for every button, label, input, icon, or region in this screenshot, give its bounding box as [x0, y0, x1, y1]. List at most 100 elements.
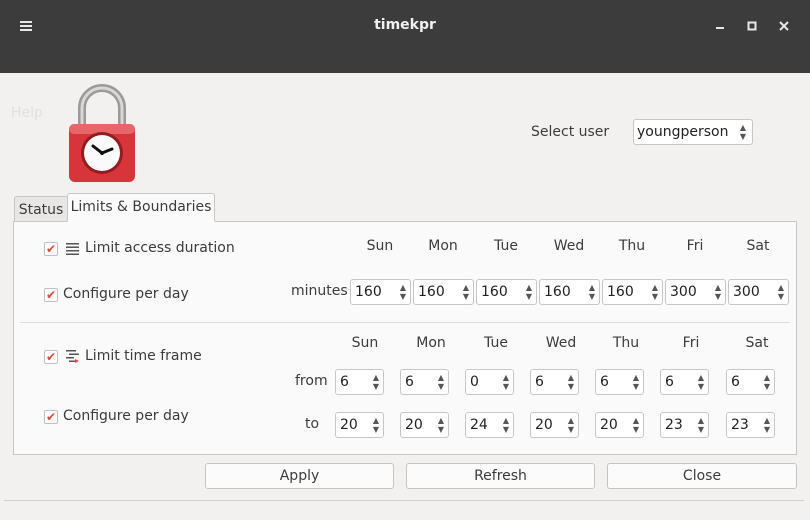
- timeframe-day-sun: Sun: [351, 335, 379, 351]
- spinner-arrows-icon[interactable]: ▲ ▼: [762, 416, 772, 434]
- timeframe-from-spinner[interactable]: 6 ▲ ▼: [660, 369, 709, 395]
- duration-minutes-spinner[interactable]: 160 ▲ ▼: [539, 279, 600, 305]
- spinner-arrows-icon[interactable]: ▲ ▼: [776, 283, 786, 301]
- duration-day-sun: Sun: [366, 238, 394, 254]
- duration-day-fri: Fri: [686, 238, 704, 254]
- section-divider: [20, 322, 790, 323]
- timeframe-day-thu: Thu: [612, 335, 640, 351]
- duration-minutes-value: 160: [355, 284, 382, 300]
- timeframe-to-value: 20: [405, 417, 423, 433]
- timeframe-per-day-checkbox[interactable]: ✔: [44, 410, 58, 424]
- duration-minutes-spinner[interactable]: 160 ▲ ▼: [413, 279, 474, 305]
- spinner-arrows-icon[interactable]: ▲ ▼: [436, 416, 446, 434]
- minutes-label: minutes: [291, 283, 348, 299]
- timeframe-from-value: 6: [665, 374, 674, 390]
- duration-minutes-value: 160: [418, 284, 445, 300]
- timeframe-to-spinner[interactable]: 20 ▲ ▼: [530, 412, 579, 438]
- limit-duration-label: Limit access duration: [85, 240, 235, 256]
- maximize-icon[interactable]: [740, 14, 764, 38]
- combo-arrows-icon: ▲ ▼: [739, 123, 746, 141]
- limit-duration-checkbox[interactable]: ✔: [44, 242, 58, 256]
- minimize-icon[interactable]: [708, 14, 732, 38]
- list-icon: [66, 243, 79, 255]
- timeframe-from-spinner[interactable]: 6 ▲ ▼: [400, 369, 449, 395]
- bottom-divider: [4, 500, 804, 501]
- to-label: to: [305, 416, 320, 432]
- duration-minutes-spinner[interactable]: 160 ▲ ▼: [602, 279, 663, 305]
- spinner-arrows-icon[interactable]: ▲ ▼: [566, 373, 576, 391]
- duration-per-day-checkbox[interactable]: ✔: [44, 288, 58, 302]
- refresh-button[interactable]: Refresh: [406, 463, 595, 489]
- duration-minutes-spinner[interactable]: 160 ▲ ▼: [350, 279, 411, 305]
- timeframe-to-spinner[interactable]: 24 ▲ ▼: [465, 412, 514, 438]
- spinner-arrows-icon[interactable]: ▲ ▼: [371, 416, 381, 434]
- duration-day-mon: Mon: [428, 238, 458, 254]
- tab-limits-boundaries[interactable]: Limits & Boundaries: [67, 193, 215, 222]
- help-menu[interactable]: Help: [11, 105, 43, 121]
- spinner-arrows-icon[interactable]: ▲ ▼: [461, 283, 471, 301]
- spinner-arrows-icon[interactable]: ▲ ▼: [587, 283, 597, 301]
- close-button[interactable]: Close: [607, 463, 797, 489]
- timeframe-from-spinner[interactable]: 6 ▲ ▼: [530, 369, 579, 395]
- duration-minutes-spinner[interactable]: 300 ▲ ▼: [665, 279, 726, 305]
- duration-minutes-value: 300: [670, 284, 697, 300]
- duration-minutes-spinner[interactable]: 300 ▲ ▼: [728, 279, 789, 305]
- spinner-arrows-icon[interactable]: ▲ ▼: [713, 283, 723, 301]
- duration-day-thu: Thu: [618, 238, 646, 254]
- title-bar: timekpr: [0, 0, 810, 52]
- spinner-arrows-icon[interactable]: ▲ ▼: [631, 373, 641, 391]
- duration-day-wed: Wed: [553, 238, 585, 254]
- timeframe-from-spinner[interactable]: 6 ▲ ▼: [726, 369, 775, 395]
- spinner-arrows-icon[interactable]: ▲ ▼: [762, 373, 772, 391]
- timeframe-to-value: 20: [535, 417, 553, 433]
- timeframe-to-spinner[interactable]: 20 ▲ ▼: [400, 412, 449, 438]
- user-select-value: youngperson: [637, 124, 729, 140]
- timeframe-to-spinner[interactable]: 23 ▲ ▼: [726, 412, 775, 438]
- spinner-arrows-icon[interactable]: ▲ ▼: [501, 416, 511, 434]
- duration-day-sat: Sat: [746, 238, 770, 254]
- timeframe-from-spinner[interactable]: 6 ▲ ▼: [335, 369, 384, 395]
- spinner-arrows-icon[interactable]: ▲ ▼: [650, 283, 660, 301]
- spinner-arrows-icon[interactable]: ▲ ▼: [696, 373, 706, 391]
- spinner-arrows-icon[interactable]: ▲ ▼: [398, 283, 408, 301]
- timeframe-from-spinner[interactable]: 6 ▲ ▼: [595, 369, 644, 395]
- tab-status[interactable]: Status: [14, 196, 68, 224]
- duration-minutes-spinner[interactable]: 160 ▲ ▼: [476, 279, 537, 305]
- from-label: from: [295, 373, 328, 389]
- timeframe-day-sat: Sat: [745, 335, 769, 351]
- timeframe-icon: [66, 350, 79, 363]
- timeframe-to-spinner[interactable]: 20 ▲ ▼: [335, 412, 384, 438]
- timeframe-to-spinner[interactable]: 23 ▲ ▼: [660, 412, 709, 438]
- timeframe-per-day-label: Configure per day: [63, 408, 189, 424]
- duration-day-tue: Tue: [494, 238, 518, 254]
- close-icon[interactable]: [772, 14, 796, 38]
- user-select[interactable]: youngperson ▲ ▼: [633, 119, 753, 145]
- limit-timeframe-checkbox[interactable]: ✔: [44, 350, 58, 364]
- duration-minutes-value: 300: [733, 284, 760, 300]
- menu-bar: Help: [0, 52, 810, 121]
- timeframe-from-value: 6: [535, 374, 544, 390]
- spinner-arrows-icon[interactable]: ▲ ▼: [631, 416, 641, 434]
- app-window: timekpr Help Select user youngperson ▲ ▼ …: [0, 0, 810, 520]
- timeframe-to-spinner[interactable]: 20 ▲ ▼: [595, 412, 644, 438]
- spinner-arrows-icon[interactable]: ▲ ▼: [566, 416, 576, 434]
- spinner-arrows-icon[interactable]: ▲ ▼: [524, 283, 534, 301]
- timeframe-from-value: 6: [731, 374, 740, 390]
- timeframe-to-value: 20: [340, 417, 358, 433]
- padlock-clock-icon: [69, 84, 135, 182]
- spinner-arrows-icon[interactable]: ▲ ▼: [371, 373, 381, 391]
- spinner-arrows-icon[interactable]: ▲ ▼: [696, 416, 706, 434]
- timeframe-from-value: 0: [470, 374, 479, 390]
- duration-minutes-value: 160: [481, 284, 508, 300]
- spinner-arrows-icon[interactable]: ▲ ▼: [436, 373, 446, 391]
- timeframe-day-wed: Wed: [545, 335, 577, 351]
- spinner-arrows-icon[interactable]: ▲ ▼: [501, 373, 511, 391]
- timeframe-from-spinner[interactable]: 0 ▲ ▼: [465, 369, 514, 395]
- apply-button[interactable]: Apply: [205, 463, 394, 489]
- select-user-label: Select user: [531, 124, 610, 140]
- timeframe-to-value: 23: [731, 417, 749, 433]
- timeframe-from-value: 6: [340, 374, 349, 390]
- timeframe-day-mon: Mon: [416, 335, 446, 351]
- window-title: timekpr: [374, 17, 436, 33]
- duration-minutes-value: 160: [544, 284, 571, 300]
